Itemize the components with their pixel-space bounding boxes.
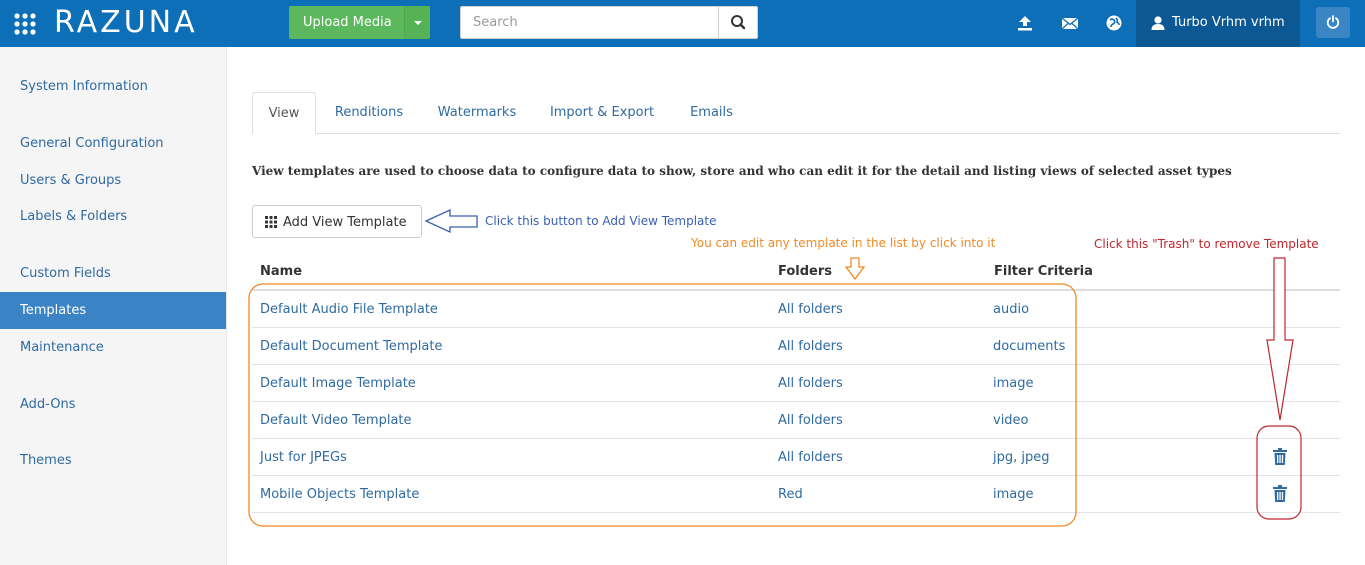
- logout-button[interactable]: [1316, 7, 1350, 38]
- mail-icon[interactable]: [1061, 14, 1079, 32]
- template-filter: jpg, jpeg: [993, 450, 1050, 465]
- search-box: [460, 6, 758, 39]
- template-folders: All folders: [778, 450, 843, 465]
- table-row[interactable]: Just for JPEGs All folders jpg, jpeg: [252, 439, 1340, 476]
- template-folders: All folders: [778, 302, 843, 317]
- tab-import-export[interactable]: Import & Export: [546, 92, 658, 134]
- sidebar-item-templates[interactable]: Templates: [0, 292, 226, 329]
- table-row[interactable]: Default Video Template All folders video: [252, 402, 1340, 439]
- sidebar-item-system-information[interactable]: System Information: [0, 68, 226, 105]
- column-header-name[interactable]: Name: [260, 264, 302, 279]
- template-filter: audio: [993, 302, 1030, 317]
- view-templates-description: View templates are used to choose data t…: [252, 164, 1232, 178]
- template-filter: documents: [993, 339, 1066, 354]
- sidebar-item-maintenance[interactable]: Maintenance: [0, 329, 226, 366]
- trash-icon[interactable]: [1273, 448, 1287, 465]
- template-folders: Red: [778, 487, 803, 502]
- tab-watermarks[interactable]: Watermarks: [432, 92, 522, 134]
- template-name[interactable]: Default Video Template: [260, 413, 412, 428]
- sidebar-item-add-ons[interactable]: Add-Ons: [0, 386, 226, 423]
- sidebar-item-labels-folders[interactable]: Labels & Folders: [0, 198, 226, 235]
- sidebar-item-general-configuration[interactable]: General Configuration: [0, 125, 226, 162]
- table-row[interactable]: Default Document Template All folders do…: [252, 328, 1340, 365]
- template-name[interactable]: Default Image Template: [260, 376, 416, 391]
- apps-grid-icon[interactable]: [14, 13, 36, 35]
- template-name[interactable]: Just for JPEGs: [260, 450, 347, 465]
- user-name: Turbo Vrhm vrhm: [1172, 15, 1285, 30]
- globe-icon[interactable]: [1105, 14, 1123, 32]
- power-icon: [1326, 15, 1340, 29]
- template-folders: All folders: [778, 339, 843, 354]
- tab-emails[interactable]: Emails: [684, 92, 739, 134]
- search-icon: [731, 15, 746, 30]
- annotation-edit-hint: You can edit any template in the list by…: [691, 236, 996, 250]
- column-header-filter-criteria[interactable]: Filter Criteria: [994, 264, 1093, 279]
- upload-media-label: Upload Media: [303, 15, 392, 30]
- grid-icon: [265, 216, 277, 228]
- template-filter: image: [993, 376, 1034, 391]
- top-navbar: RAZUNA Upload Media Turbo Vrhm v: [0, 0, 1365, 47]
- upload-icon[interactable]: [1016, 14, 1034, 32]
- upload-dropdown-toggle[interactable]: [404, 6, 430, 39]
- annotation-arrow-down-icon: [844, 257, 866, 281]
- sidebar-item-custom-fields[interactable]: Custom Fields: [0, 255, 226, 292]
- annotation-add-hint: Click this button to Add View Template: [485, 214, 717, 228]
- add-view-template-label: Add View Template: [283, 215, 407, 230]
- sidebar-item-themes[interactable]: Themes: [0, 442, 226, 479]
- template-folders: All folders: [778, 376, 843, 391]
- annotation-trash-hint: Click this "Trash" to remove Template: [1094, 237, 1319, 251]
- sidebar: System Information General Configuration…: [0, 47, 227, 565]
- razuna-logo[interactable]: RAZUNA: [54, 6, 198, 40]
- template-filter: image: [993, 487, 1034, 502]
- template-name[interactable]: Default Audio File Template: [260, 302, 438, 317]
- template-name[interactable]: Default Document Template: [260, 339, 442, 354]
- template-filter: video: [993, 413, 1029, 428]
- tab-view[interactable]: View: [252, 92, 316, 134]
- tab-renditions[interactable]: Renditions: [328, 92, 410, 134]
- search-input[interactable]: [461, 7, 719, 38]
- trash-icon[interactable]: [1273, 485, 1287, 502]
- sidebar-item-users-groups[interactable]: Users & Groups: [0, 162, 226, 199]
- table-row[interactable]: Mobile Objects Template Red image: [252, 476, 1340, 513]
- user-icon: [1151, 16, 1165, 30]
- caret-down-icon: [414, 21, 422, 25]
- upload-media-button[interactable]: Upload Media: [289, 6, 430, 39]
- column-header-folders[interactable]: Folders: [778, 264, 832, 279]
- annotation-arrow-left-icon: [424, 208, 478, 234]
- user-menu[interactable]: Turbo Vrhm vrhm: [1136, 0, 1300, 47]
- table-row[interactable]: Default Image Template All folders image: [252, 365, 1340, 402]
- template-name[interactable]: Mobile Objects Template: [260, 487, 419, 502]
- add-view-template-button[interactable]: Add View Template: [252, 205, 422, 238]
- table-row[interactable]: Default Audio File Template All folders …: [252, 291, 1340, 328]
- template-folders: All folders: [778, 413, 843, 428]
- templates-tabs: View Renditions Watermarks Import & Expo…: [252, 92, 1340, 134]
- search-button[interactable]: [718, 7, 757, 38]
